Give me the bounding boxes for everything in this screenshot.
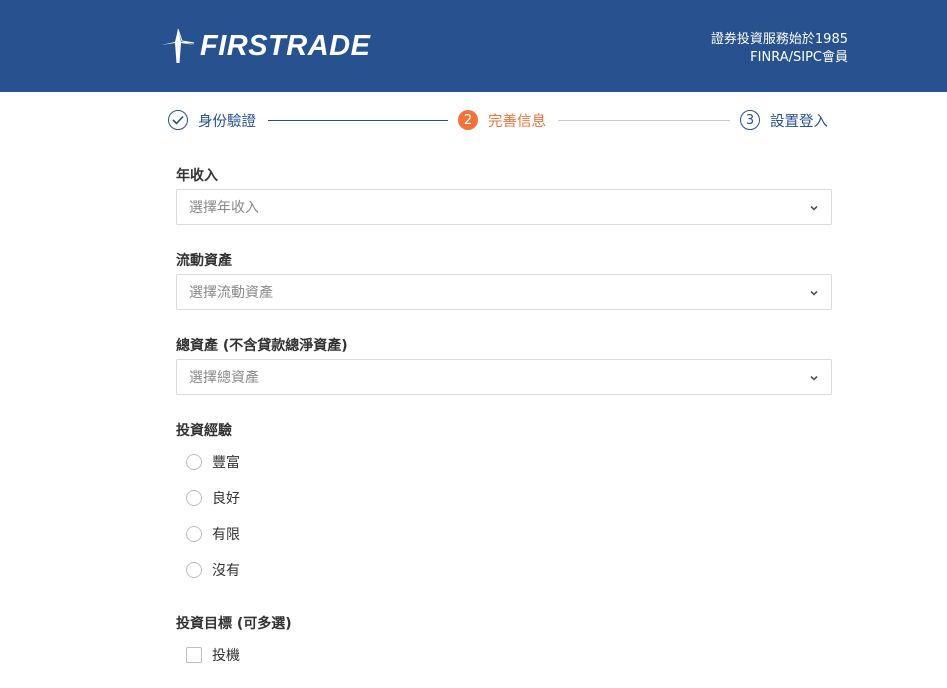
header-bar: FIRSTRADE 證券投資服務始於1985 FINRA/SIPC會員: [0, 0, 947, 92]
option-label: 豐富: [212, 455, 240, 471]
chevron-down-icon: [810, 205, 818, 211]
tagline-line-2: FINRA/SIPC會員: [750, 50, 848, 65]
chevron-down-icon: [810, 375, 818, 381]
annual-income-label: 年收入: [176, 168, 218, 184]
experience-option-good[interactable]: 良好: [186, 488, 240, 508]
step-connector-pending: [558, 120, 730, 121]
investment-objectives-label: 投資目標 (可多選): [176, 616, 292, 632]
experience-option-rich[interactable]: 豐富: [186, 452, 240, 472]
firstrade-logo[interactable]: FIRSTRADE: [160, 28, 370, 64]
step-label: 完善信息: [488, 113, 546, 130]
step-identity-verification: 身份驗證: [168, 108, 256, 132]
step-connector-completed: [268, 120, 448, 121]
tagline-line-1: 證券投資服務始於1985: [710, 32, 848, 47]
step-complete-info: 2 完善信息: [458, 108, 546, 132]
annual-income-select[interactable]: 選擇年收入: [176, 189, 832, 225]
radio-button[interactable]: [186, 454, 202, 470]
experience-option-none[interactable]: 沒有: [186, 560, 240, 580]
tagline: 證券投資服務始於1985 FINRA/SIPC會員: [711, 31, 848, 67]
option-label: 有限: [212, 527, 240, 543]
option-label: 良好: [212, 491, 240, 507]
step-setup-login: 3 設置登入: [740, 108, 828, 132]
step-number-badge: 3: [740, 110, 760, 130]
radio-button[interactable]: [186, 490, 202, 506]
liquid-assets-label: 流動資產: [176, 253, 232, 269]
investment-experience-label: 投資經驗: [176, 423, 232, 439]
logo-text: FIRSTRADE: [200, 29, 371, 62]
step-label: 身份驗證: [198, 113, 256, 130]
chevron-down-icon: [810, 290, 818, 296]
progress-stepper: 身份驗證 2 完善信息 3 設置登入: [168, 108, 832, 132]
select-placeholder: 選擇流動資產: [189, 285, 273, 301]
radio-button[interactable]: [186, 562, 202, 578]
step-number-badge: 2: [458, 110, 478, 130]
objective-option-speculation[interactable]: 投機: [186, 645, 240, 665]
option-label: 投機: [212, 648, 240, 664]
step-label: 設置登入: [770, 113, 828, 130]
check-circle-icon: [168, 110, 188, 130]
select-placeholder: 選擇年收入: [189, 200, 259, 216]
select-placeholder: 選擇總資產: [189, 370, 259, 386]
logo-arrow-icon: [161, 28, 195, 63]
liquid-assets-select[interactable]: 選擇流動資產: [176, 274, 832, 310]
radio-button[interactable]: [186, 526, 202, 542]
checkbox[interactable]: [186, 647, 202, 663]
total-assets-label: 總資產 (不含貸款總淨資產): [176, 338, 348, 354]
total-assets-select[interactable]: 選擇總資產: [176, 359, 832, 395]
option-label: 沒有: [212, 563, 240, 579]
experience-option-limited[interactable]: 有限: [186, 524, 240, 544]
